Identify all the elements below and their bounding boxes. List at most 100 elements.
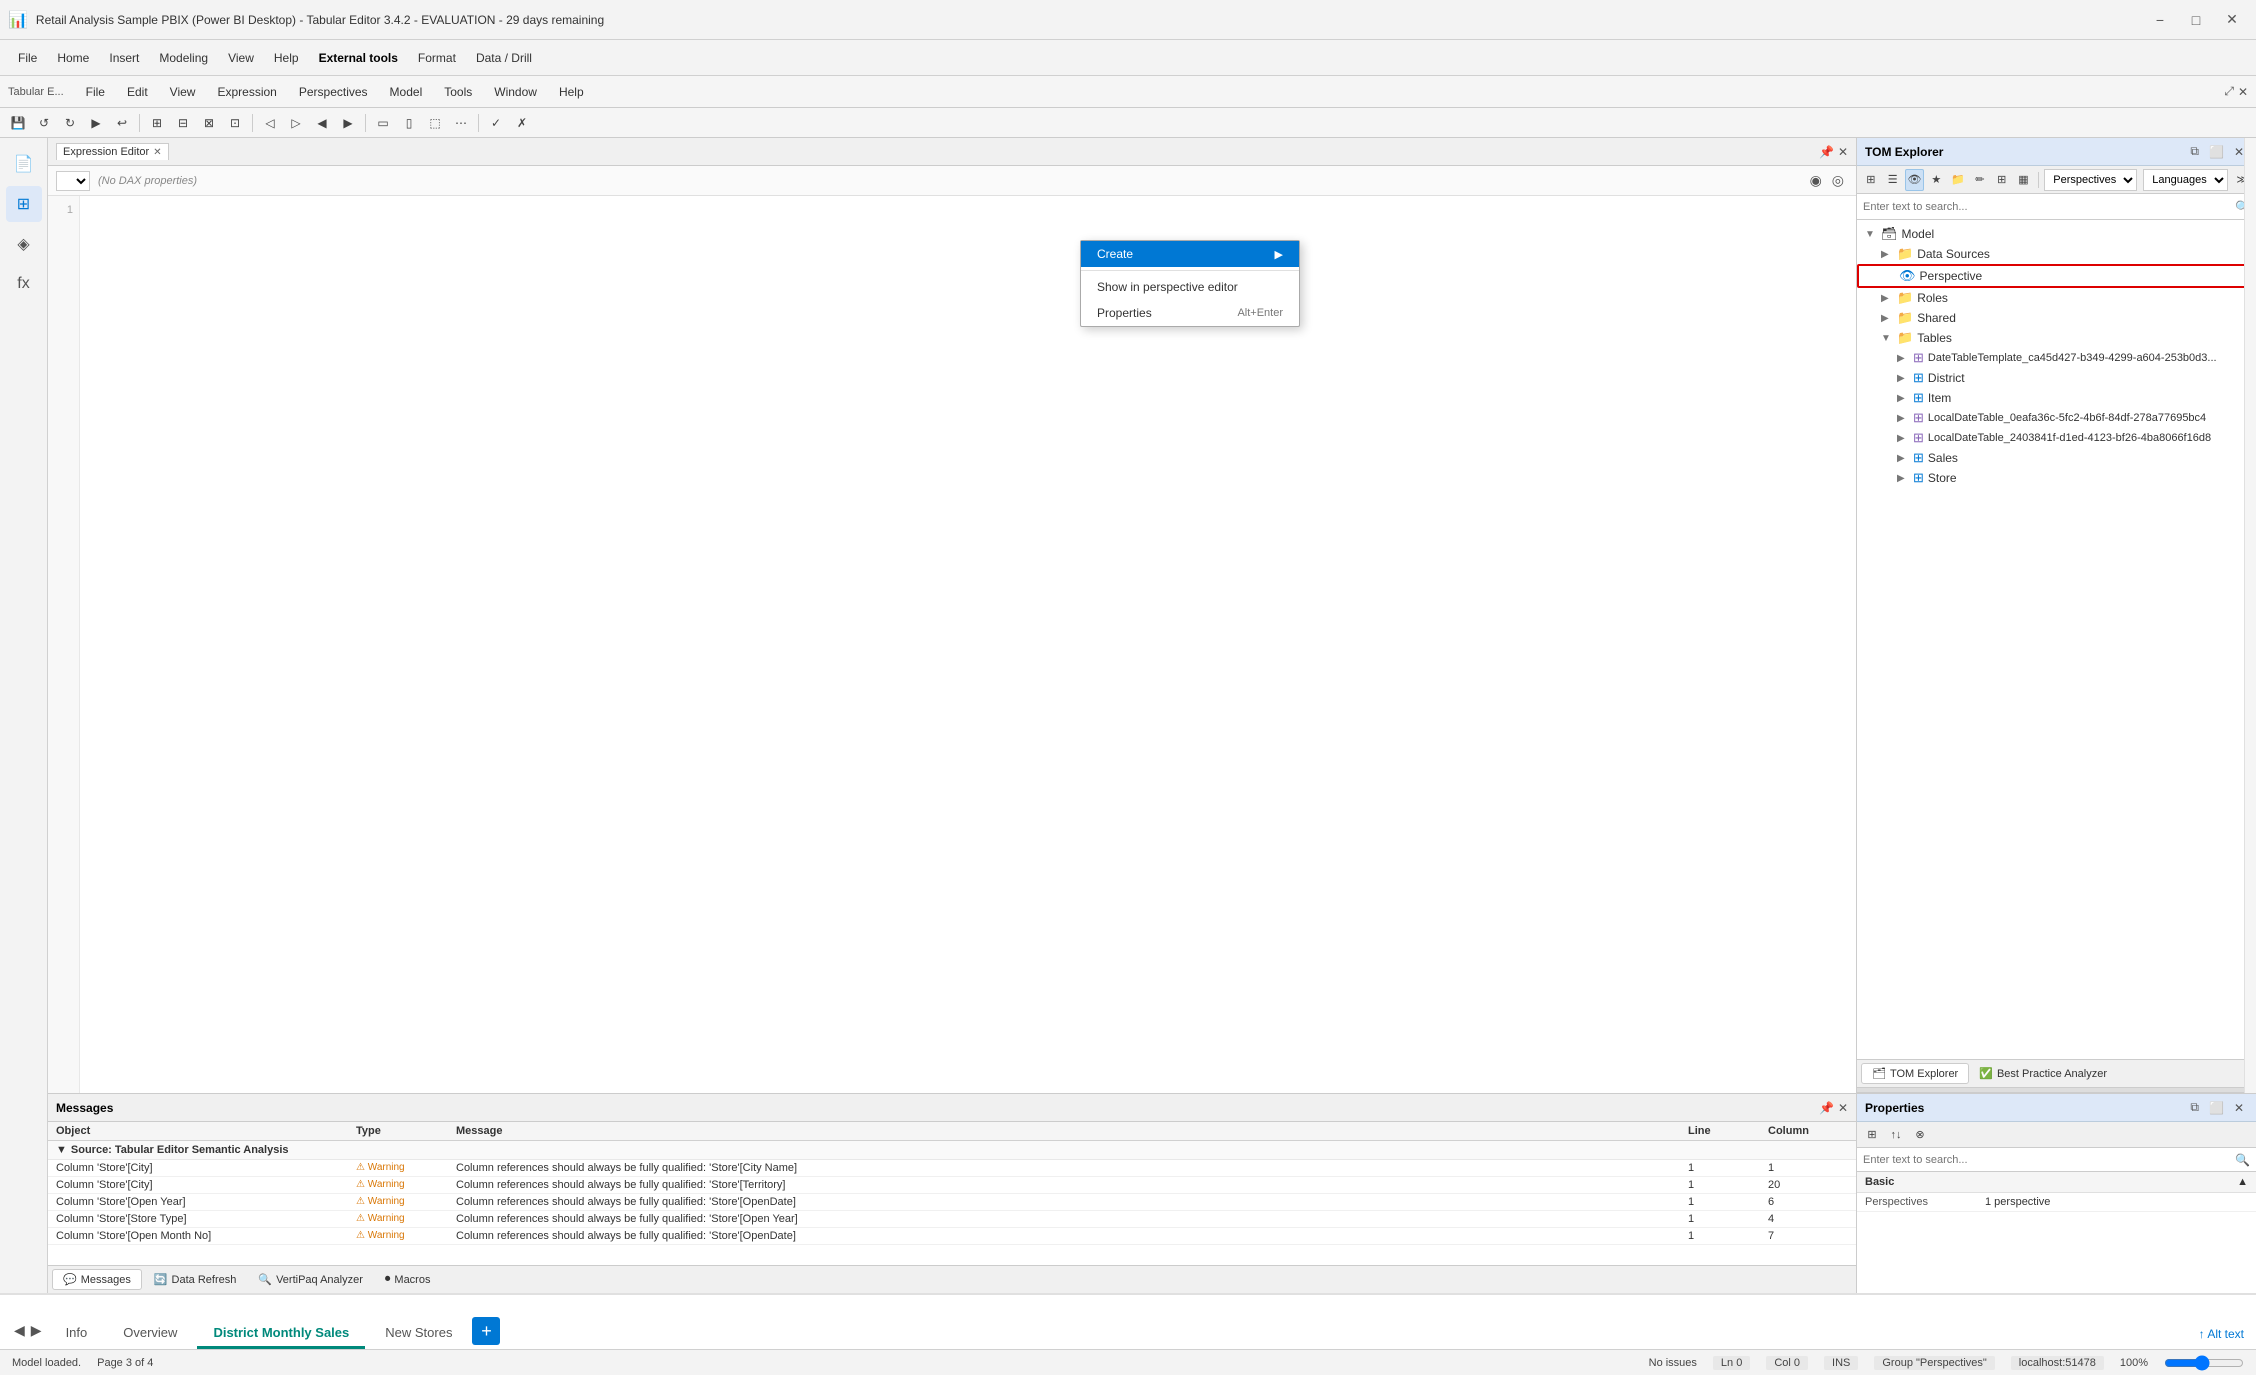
tree-item-shared[interactable]: ▶ 📁 Shared: [1857, 308, 2256, 328]
status-col[interactable]: Col 0: [1766, 1356, 1808, 1370]
sidebar-icon-model[interactable]: ◈: [6, 226, 42, 262]
pbi-menu-format[interactable]: Format: [408, 47, 466, 69]
tab-new-stores[interactable]: New Stores: [369, 1319, 468, 1349]
tom-tb-edit[interactable]: ✏: [1970, 169, 1990, 191]
list-item[interactable]: ▶ ⊞ Store: [1857, 468, 2256, 488]
props-tb-btn3[interactable]: ⊗: [1909, 1124, 1931, 1146]
list-item[interactable]: ▶ ⊞ LocalDateTable_2403841f-d1ed-4123-bf…: [1857, 428, 2256, 448]
te-menu-perspectives[interactable]: Perspectives: [291, 82, 376, 102]
sidebar-icon-dax[interactable]: fx: [6, 266, 42, 302]
tab-tom-explorer[interactable]: 🗂 TOM Explorer: [1861, 1063, 1969, 1084]
messages-pin[interactable]: 📌: [1819, 1101, 1834, 1115]
dax-nav-prev[interactable]: ◉: [1806, 170, 1826, 191]
props-max-btn[interactable]: ⬜: [2205, 1098, 2228, 1117]
tab-info[interactable]: Info: [50, 1319, 104, 1349]
te-menu-edit[interactable]: Edit: [119, 82, 156, 102]
alt-text-link[interactable]: ↑ Alt text: [2199, 1327, 2244, 1341]
expression-editor-close-icon[interactable]: ✕: [153, 147, 161, 158]
tab-messages[interactable]: 💬 Messages: [52, 1269, 142, 1290]
expression-editor-body[interactable]: 1: [48, 196, 1856, 1093]
table-row[interactable]: Column 'Store'[Open Month No] ⚠ Warning …: [48, 1228, 1856, 1245]
status-ins[interactable]: INS: [1824, 1356, 1858, 1370]
toolbar-dots[interactable]: ⋯: [449, 111, 473, 135]
tom-max-btn[interactable]: ⬜: [2205, 142, 2228, 161]
props-tb-btn1[interactable]: ⊞: [1861, 1124, 1883, 1146]
messages-close[interactable]: ✕: [1838, 1101, 1848, 1115]
pbi-menu-help[interactable]: Help: [264, 47, 309, 69]
tom-perspectives-dropdown[interactable]: Perspectives: [2044, 169, 2137, 191]
context-menu-item-show-perspective[interactable]: Show in perspective editor: [1081, 274, 1299, 300]
toolbar-align2[interactable]: ◀: [310, 111, 334, 135]
tom-tree-scrollbar[interactable]: [2244, 138, 2256, 1087]
close-button[interactable]: ✕: [2216, 6, 2248, 34]
props-restore-btn[interactable]: ⧉: [2186, 1098, 2203, 1117]
status-ln[interactable]: Ln 0: [1713, 1356, 1750, 1370]
zoom-slider[interactable]: [2164, 1355, 2244, 1371]
tom-tb-star[interactable]: ★: [1926, 169, 1946, 191]
toolbar-align-right[interactable]: ▷: [284, 111, 308, 135]
add-page-button[interactable]: +: [472, 1317, 500, 1345]
list-item[interactable]: ▶ ⊞ Item: [1857, 388, 2256, 408]
pbi-menu-data-drill[interactable]: Data / Drill: [466, 47, 542, 69]
te-close-inner-button[interactable]: ✕: [2238, 84, 2248, 99]
list-item[interactable]: ▶ ⊞ LocalDateTable_0eafa36c-5fc2-4b6f-84…: [1857, 408, 2256, 428]
tom-tb-table-icon[interactable]: ⊞: [1992, 169, 2012, 191]
tom-tb-grid[interactable]: ⊞: [1861, 169, 1881, 191]
toolbar-grid4[interactable]: ⊡: [223, 111, 247, 135]
code-editor-area[interactable]: [80, 196, 1856, 1093]
te-menu-view[interactable]: View: [162, 82, 204, 102]
tree-item-data-sources[interactable]: ▶ 📁 Data Sources: [1857, 244, 2256, 264]
sidebar-icon-data[interactable]: ⊞: [6, 186, 42, 222]
te-menu-help[interactable]: Help: [551, 82, 592, 102]
pbi-menu-file[interactable]: File: [8, 47, 47, 69]
te-maximize-button[interactable]: ⤢: [2224, 84, 2234, 99]
props-close-btn[interactable]: ✕: [2230, 1098, 2248, 1117]
list-item[interactable]: ▶ ⊞ DateTableTemplate_ca45d427-b349-4299…: [1857, 348, 2256, 368]
toolbar-grid2[interactable]: ⊟: [171, 111, 195, 135]
status-server[interactable]: localhost:51478: [2011, 1356, 2104, 1370]
pbi-menu-external-tools[interactable]: External tools: [309, 47, 408, 69]
table-row[interactable]: Column 'Store'[Store Type] ⚠ Warning Col…: [48, 1211, 1856, 1228]
status-group-name[interactable]: Group "Perspectives": [1874, 1356, 1994, 1370]
tab-district-monthly-sales[interactable]: District Monthly Sales: [197, 1319, 365, 1349]
te-menu-file[interactable]: File: [78, 82, 113, 102]
pbi-menu-view[interactable]: View: [218, 47, 264, 69]
tom-tb-perspectives[interactable]: 👁: [1905, 169, 1925, 191]
tree-model-root[interactable]: ▼ 🗃 Model: [1857, 224, 2256, 244]
sidebar-icon-report[interactable]: 📄: [6, 146, 42, 182]
toolbar-x[interactable]: ✗: [510, 111, 534, 135]
toolbar-deploy[interactable]: ▶: [84, 111, 108, 135]
dax-nav-next[interactable]: ◎: [1828, 170, 1848, 191]
props-tb-btn2[interactable]: ↑↓: [1885, 1124, 1907, 1146]
pbi-menu-home[interactable]: Home: [47, 47, 99, 69]
tom-tb-list[interactable]: ☰: [1883, 169, 1903, 191]
tab-nav-next[interactable]: ▶: [29, 1320, 44, 1341]
tab-data-refresh[interactable]: 🔄 Data Refresh: [144, 1270, 247, 1289]
tab-overview[interactable]: Overview: [107, 1319, 193, 1349]
props-row-perspectives[interactable]: Perspectives 1 perspective: [1857, 1193, 2256, 1212]
toolbar-grid3[interactable]: ⊠: [197, 111, 221, 135]
dax-property-dropdown[interactable]: [56, 171, 90, 191]
table-row[interactable]: Column 'Store'[Open Year] ⚠ Warning Colu…: [48, 1194, 1856, 1211]
list-item[interactable]: ▶ ⊞ Sales: [1857, 448, 2256, 468]
pbi-menu-insert[interactable]: Insert: [99, 47, 149, 69]
te-menu-expression[interactable]: Expression: [209, 82, 284, 102]
tom-search-input[interactable]: [1863, 201, 2235, 213]
tree-item-tables[interactable]: ▼ 📁 Tables: [1857, 328, 2256, 348]
context-menu-item-properties[interactable]: Properties Alt+Enter: [1081, 300, 1299, 326]
props-search-input[interactable]: [1863, 1154, 2235, 1166]
list-item[interactable]: ▶ ⊞ District: [1857, 368, 2256, 388]
tab-macros[interactable]: ⏺ Macros: [375, 1270, 441, 1289]
tree-item-perspective[interactable]: 👁 Perspective: [1857, 264, 2256, 288]
toolbar-align3[interactable]: ▶: [336, 111, 360, 135]
expr-editor-pin[interactable]: 📌: [1819, 145, 1834, 159]
toolbar-check[interactable]: ✓: [484, 111, 508, 135]
expr-editor-close[interactable]: ✕: [1838, 145, 1848, 159]
toolbar-rect2[interactable]: ▯: [397, 111, 421, 135]
tab-vertipaq[interactable]: 🔍 VertiPaq Analyzer: [248, 1270, 373, 1289]
tom-languages-dropdown[interactable]: Languages: [2143, 169, 2228, 191]
toolbar-grid1[interactable]: ⊞: [145, 111, 169, 135]
tab-nav-prev[interactable]: ◀: [12, 1320, 27, 1341]
tree-item-roles[interactable]: ▶ 📁 Roles: [1857, 288, 2256, 308]
tom-tb-folder[interactable]: 📁: [1948, 169, 1968, 191]
